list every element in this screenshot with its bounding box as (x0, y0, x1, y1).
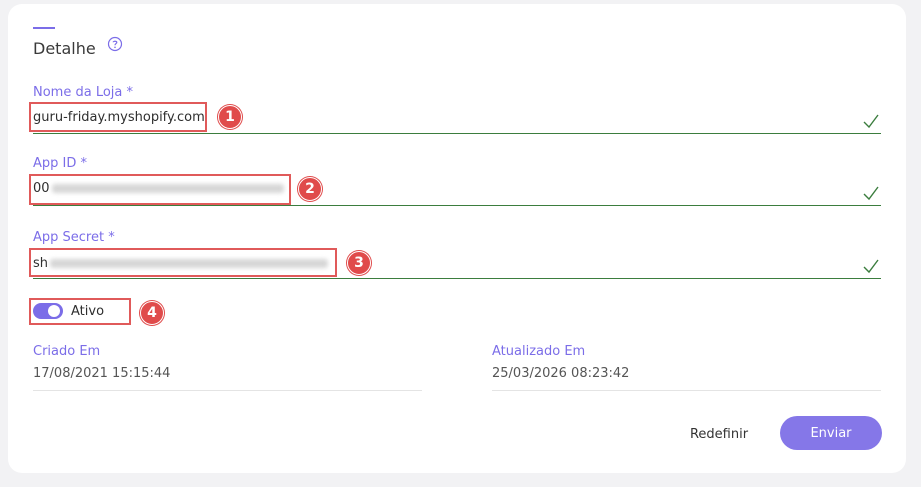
annotation-badge-2: 2 (298, 177, 322, 201)
created-label: Criado Em (33, 344, 101, 359)
reset-button[interactable]: Redefinir (680, 424, 758, 444)
detail-card (8, 4, 906, 473)
annotation-box-3 (29, 248, 337, 277)
annotation-badge-3: 3 (347, 251, 371, 275)
annotation-box-1 (29, 102, 207, 132)
updated-value: 25/03/2026 08:23:42 (492, 366, 630, 381)
store-name-label: Nome da Loja * (33, 85, 134, 100)
store-name-underline (33, 133, 881, 134)
title-accent-bar (33, 27, 55, 29)
section-title: Detalhe (33, 39, 96, 58)
annotation-box-2 (29, 174, 291, 205)
annotation-box-4 (29, 298, 131, 325)
submit-button[interactable]: Enviar (780, 416, 882, 450)
app-id-label: App ID * (33, 156, 88, 171)
app-secret-underline (33, 278, 881, 279)
app-secret-label: App Secret * (33, 230, 115, 245)
annotation-badge-4: 4 (140, 301, 164, 325)
created-divider (33, 390, 422, 391)
app-id-underline (33, 205, 881, 206)
help-icon[interactable] (107, 36, 123, 52)
check-icon (863, 114, 879, 129)
updated-label: Atualizado Em (492, 344, 586, 359)
updated-divider (492, 390, 881, 391)
annotation-badge-1: 1 (218, 105, 242, 129)
created-value: 17/08/2021 15:15:44 (33, 366, 171, 381)
check-icon (863, 259, 879, 274)
check-icon (863, 186, 879, 201)
